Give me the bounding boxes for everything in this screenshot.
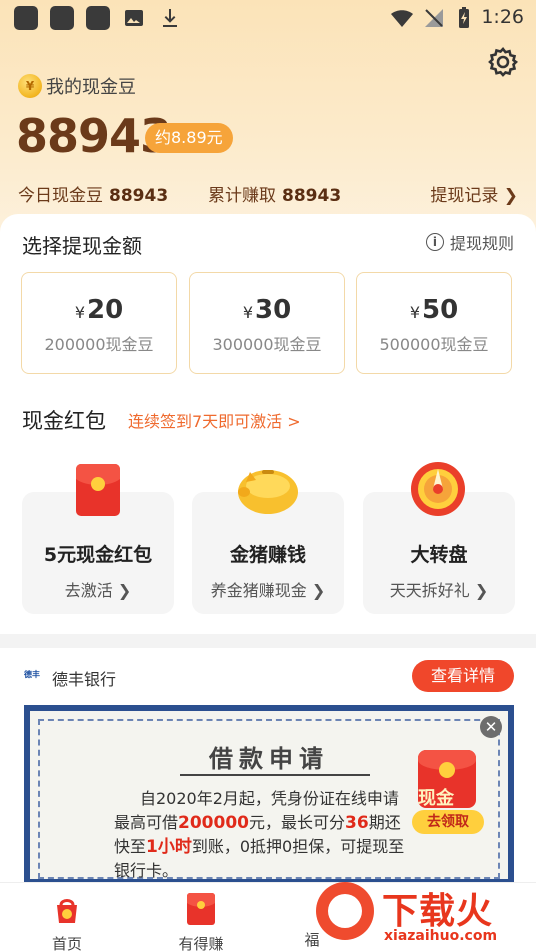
amount-beans: 300000现金豆 <box>212 335 322 354</box>
ad-line: 最高可借200000元，最长可分36期还 <box>114 813 401 833</box>
feature-subtitle: 养金猪赚现金 ❯ <box>210 581 326 600</box>
currency-symbol: ¥ <box>409 303 420 322</box>
red-packet-title: 现金红包 <box>22 409 106 433</box>
lucky-wheel-icon <box>411 462 465 516</box>
no-signal-icon <box>425 9 443 27</box>
feature-title: 金猪赚钱 <box>229 544 306 566</box>
ad-title-underline <box>180 774 370 776</box>
red-envelope-icon <box>76 464 120 516</box>
settings-gear-icon[interactable] <box>487 46 519 78</box>
total-label: 累计赚取 <box>208 186 276 206</box>
tab-earn[interactable]: 有得赚 <box>151 883 251 952</box>
ad-line: 快至1小时到账，0抵押0担保，可提现至 <box>114 837 405 857</box>
bank-logo: 德丰 <box>24 670 40 679</box>
feature-subtitle: 去激活 ❯ <box>64 581 132 600</box>
watermark-logo: 下载火 xiazaihuo.com <box>310 880 536 952</box>
view-details-button[interactable]: 查看详情 <box>412 660 514 692</box>
currency-symbol: ¥ <box>74 303 85 322</box>
flame-logo-icon <box>316 882 374 940</box>
tab-label: 首页 <box>51 935 82 952</box>
close-icon[interactable]: ✕ <box>480 716 502 738</box>
today-label: 今日现金豆 <box>18 186 103 206</box>
watermark-url: xiazaihuo.com <box>384 928 498 944</box>
golden-pig-icon <box>238 470 298 514</box>
bank-name: 德丰银行 <box>52 670 117 689</box>
claim-button[interactable]: 去领取 <box>412 810 484 834</box>
amount-beans: 500000现金豆 <box>379 335 489 354</box>
amount-value: 50 <box>422 295 459 325</box>
home-bag-icon <box>57 899 77 923</box>
coin-icon: ¥ <box>18 74 42 98</box>
feature-subtitle: 天天拆好礼 ❯ <box>389 581 489 600</box>
total-value: 88943 <box>282 186 342 206</box>
ad-line: 自2020年2月起，凭身份证在线申请 <box>140 789 399 808</box>
battery-charging-icon <box>459 7 469 28</box>
withdraw-record-link[interactable]: 提现记录 ❯ <box>430 181 518 206</box>
amount-beans: 200000现金豆 <box>44 335 154 354</box>
notification-icon <box>14 6 38 30</box>
info-icon: i <box>425 233 444 251</box>
red-envelope-icon <box>187 893 215 925</box>
amount-option-20[interactable]: ¥20 200000现金豆 <box>21 272 177 374</box>
download-icon <box>163 9 177 27</box>
withdraw-rule-link[interactable]: i 提现规则 <box>425 230 514 254</box>
notification-icon <box>50 6 74 30</box>
tab-label: 有得赚 <box>178 935 224 952</box>
tab-home[interactable]: 首页 <box>17 883 117 952</box>
feature-title: 大转盘 <box>410 544 468 566</box>
wifi-icon <box>391 10 413 27</box>
amount-option-50[interactable]: ¥50 500000现金豆 <box>356 272 512 374</box>
image-icon <box>125 10 143 26</box>
notification-icon <box>86 6 110 30</box>
watermark-text: 下载火 <box>382 891 494 932</box>
cash-beans-title: ¥ 我的现金豆 <box>18 73 136 99</box>
section-divider <box>0 634 536 648</box>
cash-label: 现金 <box>418 788 454 809</box>
currency-symbol: ¥ <box>242 303 253 322</box>
red-packet-hint-link[interactable]: 连续签到7天即可激活 > <box>128 408 301 432</box>
ad-body: 自2020年2月起，凭身份证在线申请 最高可借200000元，最长可分36期还 … <box>114 787 444 879</box>
page-title: 我的现金豆 <box>46 77 136 98</box>
today-beans: 今日现金豆 88943 <box>18 181 168 206</box>
today-value: 88943 <box>109 186 169 206</box>
feature-title: 5元现金红包 <box>43 544 153 566</box>
amount-option-30[interactable]: ¥30 300000现金豆 <box>189 272 345 374</box>
rule-label: 提现规则 <box>449 234 514 253</box>
record-label: 提现记录 <box>430 186 499 206</box>
total-earned: 累计赚取 88943 <box>208 181 341 206</box>
status-bar: 1:26 <box>0 0 536 36</box>
chevron-right-icon: ❯ <box>503 186 518 206</box>
withdraw-title: 选择提现金额 <box>22 234 142 258</box>
amount-value: 20 <box>87 295 124 325</box>
clock: 1:26 <box>481 6 524 28</box>
amount-value: 30 <box>255 295 292 325</box>
approx-value-badge: 约8.89元 <box>145 123 233 153</box>
